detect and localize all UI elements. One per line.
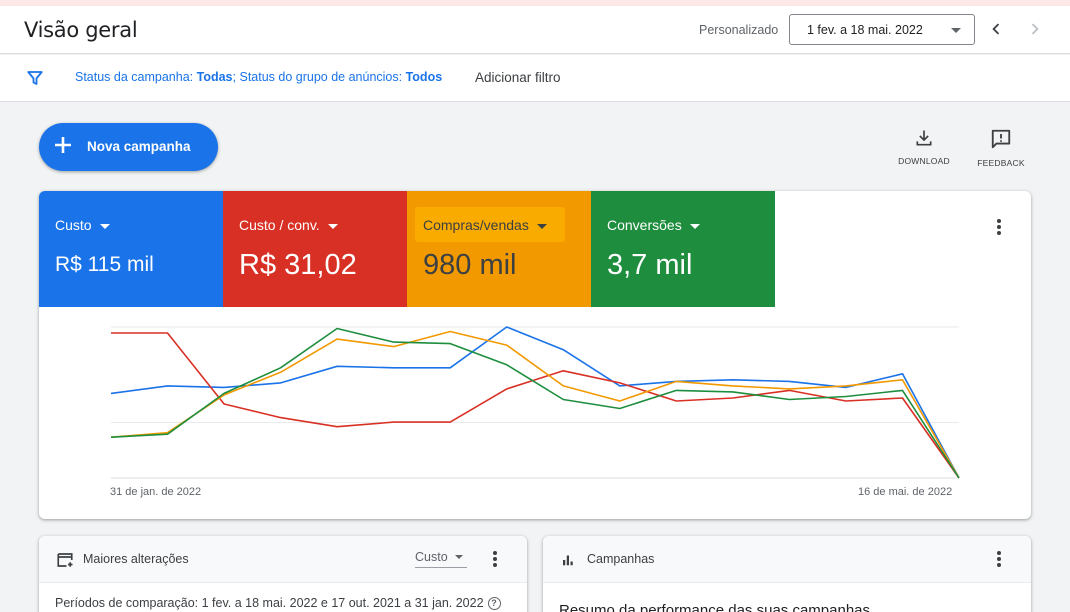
page-header: Visão geral Personalizado 1 fev. a 18 ma… <box>0 6 1070 54</box>
biggest-changes-card: Maiores alterações Custo Períodos de com… <box>39 536 527 612</box>
series-line-custo[interactable] <box>110 326 960 479</box>
metric-name[interactable]: Conversões <box>607 217 700 233</box>
metric-name[interactable]: Compras/vendas <box>415 207 565 242</box>
caret-down-icon <box>327 223 338 229</box>
help-icon[interactable]: ? <box>487 597 501 610</box>
date-range-label: Personalizado <box>699 23 779 37</box>
add-filter-button[interactable]: Adicionar filtro <box>475 70 561 85</box>
date-range-select[interactable]: 1 fev. a 18 mai. 2022 <box>789 14 975 45</box>
series-line-compras-vendas[interactable] <box>110 330 960 479</box>
page-title: Visão geral <box>24 18 138 42</box>
window-add-icon <box>56 551 74 569</box>
metric-card-conversoes[interactable]: Conversões 3,7 mil <box>591 191 775 307</box>
metric-card-compras-vendas[interactable]: Compras/vendas 980 mil <box>407 191 591 307</box>
download-button[interactable]: DOWNLOAD <box>894 128 954 170</box>
filter-separator: ; <box>232 70 236 84</box>
series-line-custo-conv-[interactable] <box>111 332 960 479</box>
caret-down-icon <box>951 28 961 33</box>
campaign-status-label: Status da campanha: <box>75 70 194 84</box>
campaign-status-value: Todas <box>196 70 233 84</box>
download-label: DOWNLOAD <box>898 156 950 166</box>
metric-card-custo-conv[interactable]: Custo / conv. R$ 31,02 <box>223 191 407 307</box>
chevron-left-icon[interactable] <box>985 18 1007 40</box>
caret-down-icon <box>455 555 463 559</box>
metric-name[interactable]: Custo / conv. <box>239 217 338 233</box>
new-campaign-label: Nova campanha <box>87 139 191 154</box>
card-title: Campanhas <box>587 552 655 566</box>
metric-value: R$ 115 mil <box>55 253 154 276</box>
comparison-text: Períodos de comparação: 1 fev. a 18 mai.… <box>55 596 484 610</box>
metric-card-custo[interactable]: Custo R$ 115 mil <box>39 191 223 307</box>
campaigns-summary-text: Resumo da performance das suas campanhas <box>559 602 871 612</box>
card-title: Maiores alterações <box>83 552 189 566</box>
x-axis-start-label: 31 de jan. de 2022 <box>110 486 202 498</box>
performance-card: Custo R$ 115 mil Custo / conv. R$ 31,02 … <box>39 191 1031 519</box>
feedback-button[interactable]: FEEDBACK <box>971 128 1031 170</box>
new-campaign-button[interactable]: Nova campanha <box>39 123 218 171</box>
performance-line-chart: 31 de jan. de 2022 16 de mai. de 2022 <box>39 307 1031 519</box>
more-vert-icon[interactable] <box>483 547 507 571</box>
caret-down-icon <box>99 223 110 229</box>
chevron-right-icon[interactable] <box>1024 18 1046 40</box>
status-filter-chip[interactable]: Status da campanha: Todas; Status do gru… <box>75 70 442 84</box>
filter-icon[interactable] <box>26 69 44 87</box>
filter-bar: Status da campanha: Todas; Status do gru… <box>0 55 1070 102</box>
feedback-label: FEEDBACK <box>977 158 1025 168</box>
series-line-convers-es[interactable] <box>110 327 960 479</box>
bar-chart-icon <box>560 551 578 569</box>
card-header: Maiores alterações Custo <box>39 536 527 583</box>
metric-name[interactable]: Custo <box>55 217 110 233</box>
download-icon <box>916 130 932 146</box>
metric-name-text: Custo / conv. <box>239 217 320 233</box>
more-vert-icon[interactable] <box>987 215 1011 239</box>
adgroup-status-value: Todos <box>405 70 443 84</box>
campaigns-card: Campanhas Resumo da performance das suas… <box>543 536 1031 612</box>
card-header: Campanhas <box>543 536 1031 583</box>
adgroup-status-label: Status do grupo de anúncios: <box>239 70 403 84</box>
comparison-periods-text: Períodos de comparação: 1 fev. a 18 mai.… <box>55 596 501 610</box>
caret-down-icon <box>689 223 700 229</box>
metric-select[interactable]: Custo <box>415 550 467 568</box>
more-vert-icon[interactable] <box>987 547 1011 571</box>
metric-value: R$ 31,02 <box>239 249 357 281</box>
metric-name-text: Custo <box>55 217 92 233</box>
feedback-icon <box>991 129 1011 149</box>
metric-value: 3,7 mil <box>607 249 693 281</box>
metric-name-text: Compras/vendas <box>423 217 529 233</box>
metric-select-value: Custo <box>415 550 448 564</box>
metric-value: 980 mil <box>423 249 517 281</box>
plus-icon <box>53 135 73 155</box>
x-axis-end-label: 16 de mai. de 2022 <box>858 486 953 498</box>
caret-down-icon <box>536 223 547 229</box>
metric-name-text: Conversões <box>607 217 682 233</box>
date-range-value: 1 fev. a 18 mai. 2022 <box>807 23 923 37</box>
